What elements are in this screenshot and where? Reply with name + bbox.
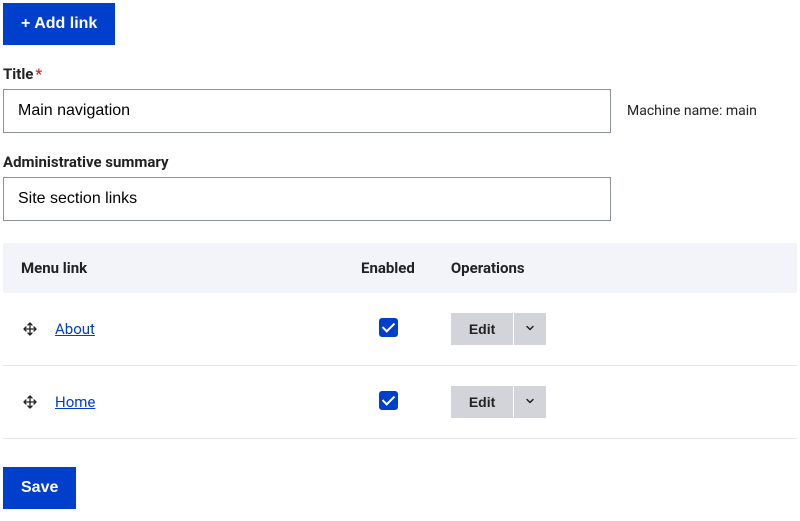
menu-link-item[interactable]: About	[55, 320, 95, 338]
drag-handle-icon[interactable]	[21, 393, 39, 411]
enabled-checkbox[interactable]	[379, 318, 398, 337]
admin-summary-label: Administrative summary	[3, 153, 797, 171]
menu-link-item[interactable]: Home	[55, 393, 95, 411]
save-button[interactable]: Save	[3, 467, 76, 509]
admin-summary-input[interactable]	[3, 177, 611, 221]
ops-dropdown-toggle[interactable]	[513, 313, 546, 345]
title-input[interactable]	[3, 89, 611, 133]
table-row: About Edit	[3, 293, 797, 366]
required-marker: *	[35, 65, 42, 83]
machine-name-text: Machine name: main	[627, 103, 757, 119]
title-field: Title* Machine name: main	[3, 65, 797, 133]
chevron-down-icon	[524, 395, 536, 410]
enabled-checkbox[interactable]	[379, 391, 398, 410]
menu-links-table: Menu link Enabled Operations About	[3, 243, 797, 439]
title-label-text: Title	[3, 65, 33, 83]
edit-button[interactable]: Edit	[451, 313, 513, 345]
edit-button[interactable]: Edit	[451, 386, 513, 418]
th-menu-link: Menu link	[3, 243, 343, 293]
chevron-down-icon	[524, 322, 536, 337]
machine-name-value: main	[726, 103, 757, 119]
th-enabled: Enabled	[343, 243, 433, 293]
add-link-button[interactable]: + Add link	[3, 3, 115, 45]
th-operations: Operations	[433, 243, 797, 293]
title-label: Title*	[3, 65, 797, 83]
admin-summary-field: Administrative summary	[3, 153, 797, 221]
table-row: Home Edit	[3, 366, 797, 439]
drag-handle-icon[interactable]	[21, 320, 39, 338]
machine-name-prefix: Machine name:	[627, 103, 726, 119]
ops-dropdown-toggle[interactable]	[513, 386, 546, 418]
